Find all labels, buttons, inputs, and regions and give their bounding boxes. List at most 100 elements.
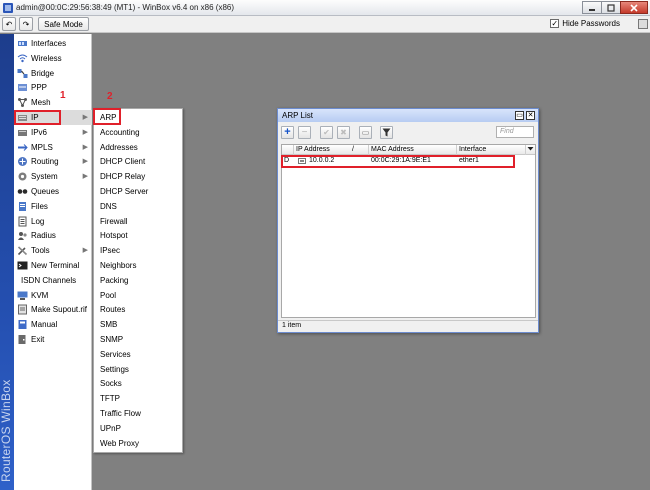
column-header-sort[interactable]: / [350, 145, 369, 155]
ip-submenu-item-snmp[interactable]: SNMP [94, 332, 183, 347]
close-icon: ✕ [527, 112, 534, 119]
disable-button[interactable]: ✖ [337, 126, 350, 139]
hide-passwords-checkbox[interactable]: ✓ [550, 19, 560, 28]
minimize-button[interactable] [582, 1, 602, 14]
arp-window-statusbar: 1 item [278, 320, 538, 332]
enable-button[interactable]: ✔ [320, 126, 333, 139]
sidebar-item-wireless[interactable]: Wireless [14, 51, 92, 66]
column-header-ip-address[interactable]: IP Address [294, 145, 350, 155]
ip-submenu-item-upnp[interactable]: UPnP [94, 421, 183, 436]
ip-submenu-item-services[interactable]: Services [94, 347, 183, 362]
undo-button[interactable]: ↶ [2, 17, 16, 31]
enable-icon: ✔ [323, 128, 330, 137]
sidebar-item-label: KVM [31, 290, 49, 300]
sidebar-item-kvm[interactable]: KVM [14, 288, 92, 303]
add-button[interactable]: + [281, 126, 294, 139]
ip-submenu-item-socks[interactable]: Socks [94, 376, 183, 391]
ip-submenu-item-routes[interactable]: Routes [94, 302, 183, 317]
sidebar-item-label: Mesh [31, 98, 51, 108]
column-header-mac-address[interactable]: MAC Address [369, 145, 457, 155]
ip-submenu-item-pool[interactable]: Pool [94, 288, 183, 303]
sidebar-item-make-supout-rif[interactable]: Make Supout.rif [14, 302, 92, 317]
ip-submenu-item-tftp[interactable]: TFTP [94, 391, 183, 406]
ip-submenu-item-dhcp-server[interactable]: DHCP Server [94, 184, 183, 199]
redo-button[interactable]: ↷ [19, 17, 33, 31]
sidebar-item-mpls[interactable]: MPLS ▶ [14, 140, 92, 155]
ip-submenu-item-web-proxy[interactable]: Web Proxy [94, 436, 183, 451]
sidebar-item-files[interactable]: Files [14, 199, 92, 214]
sidebar-item-system[interactable]: System ▶ [14, 169, 92, 184]
redo-icon: ↷ [22, 19, 30, 29]
sidebar-item-label: Queues [31, 187, 60, 196]
hide-passwords-toggle[interactable]: ✓ Hide Passwords [550, 19, 620, 28]
maximize-button[interactable] [601, 1, 621, 14]
comment-icon: ▭ [361, 128, 370, 137]
arp-window-titlebar[interactable]: ARP List ▭ ✕ [278, 109, 538, 122]
ip-submenu-item-neighbors[interactable]: Neighbors [94, 258, 183, 273]
ip-submenu-item-dhcp-client[interactable]: DHCP Client [94, 154, 183, 169]
close-button[interactable] [620, 1, 648, 14]
sidebar-item-tools[interactable]: Tools ▶ [14, 243, 92, 258]
sidebar-item-log[interactable]: Log [14, 214, 92, 229]
filter-button[interactable] [380, 126, 393, 139]
submenu-arrow-icon: ▶ [82, 114, 88, 121]
sidebar-item-isdn-channels[interactable]: ISDN Channels [14, 273, 92, 288]
add-icon: + [284, 126, 291, 138]
sidebar-item-interfaces[interactable]: Interfaces [14, 36, 92, 51]
mesh-icon [17, 97, 28, 108]
sidebar-item-mesh[interactable]: Mesh [14, 95, 92, 110]
column-chooser-dropdown[interactable] [526, 145, 535, 155]
sidebar-item-label: Interfaces [31, 39, 67, 48]
maximize-icon [607, 3, 615, 12]
ip-submenu-item-ipsec[interactable]: IPsec [94, 243, 183, 258]
brand-vertical-text: RouterOS WinBox [0, 379, 13, 482]
winbox-app-icon [3, 3, 13, 13]
sidebar-item-label: Wireless [31, 53, 62, 63]
ip-submenu-item-hotspot[interactable]: Hotspot [94, 228, 183, 243]
sidebar-item-radius[interactable]: Radius [14, 228, 92, 243]
sidebar-item-label: Log [31, 216, 45, 226]
remove-button[interactable]: − [298, 126, 311, 139]
sidebar-item-label: Manual [31, 320, 58, 330]
sidebar-item-label: New Terminal [31, 261, 80, 270]
wireless-icon [17, 53, 28, 64]
window-title: admin@00:0C:29:56:38:49 (MT1) - WinBox v… [16, 3, 234, 12]
arp-close-button[interactable]: ✕ [526, 111, 535, 120]
annotation-number-2: 2 [107, 91, 113, 102]
column-header-interface[interactable]: Interface [457, 145, 526, 155]
sidebar-item-exit[interactable]: Exit [14, 332, 92, 347]
sidebar-item-routing[interactable]: Routing ▶ [14, 154, 92, 169]
ip-submenu-item-traffic-flow[interactable]: Traffic Flow [94, 406, 183, 421]
comment-button[interactable]: ▭ [359, 126, 372, 139]
sidebar-item-new-terminal[interactable]: New Terminal [14, 258, 92, 273]
hide-passwords-label: Hide Passwords [562, 19, 620, 28]
ip-submenu-item-dhcp-relay[interactable]: DHCP Relay [94, 169, 183, 184]
sidebar-item-queues[interactable]: Queues [14, 184, 92, 199]
ip-submenu-item-smb[interactable]: SMB [94, 317, 183, 332]
radius-icon [17, 230, 28, 241]
sidebar-item-label: MPLS [31, 142, 53, 152]
sidebar-item-ipv6[interactable]: IPv6 ▶ [14, 125, 92, 140]
safe-mode-button[interactable]: Safe Mode [38, 17, 89, 31]
sidebar-item-label: ISDN Channels [21, 275, 77, 285]
find-input[interactable]: Find [496, 126, 534, 138]
ip-submenu-item-dns[interactable]: DNS [94, 199, 183, 214]
sidebar-item-label: Tools [31, 246, 50, 256]
ip-submenu-item-settings[interactable]: Settings [94, 362, 183, 377]
ip-submenu-item-firewall[interactable]: Firewall [94, 214, 183, 229]
arp-restore-button[interactable]: ▭ [515, 111, 524, 120]
tools-icon [17, 245, 28, 256]
log-icon [17, 216, 28, 227]
submenu-arrow-icon: ▶ [82, 173, 88, 181]
ip-submenu-item-packing[interactable]: Packing [94, 273, 183, 288]
annotation-box-arp-row [281, 155, 515, 168]
column-header-flag[interactable] [282, 145, 294, 155]
sidebar-item-ppp[interactable]: PPP [14, 80, 92, 95]
annotation-number-1: 1 [60, 90, 66, 101]
ip-submenu-item-accounting[interactable]: Accounting [94, 125, 183, 140]
close-icon [630, 3, 638, 12]
sidebar-item-bridge[interactable]: Bridge [14, 66, 92, 81]
queues-icon [17, 186, 28, 197]
ip-submenu-item-addresses[interactable]: Addresses [94, 140, 183, 155]
sidebar-item-manual[interactable]: Manual [14, 317, 92, 332]
